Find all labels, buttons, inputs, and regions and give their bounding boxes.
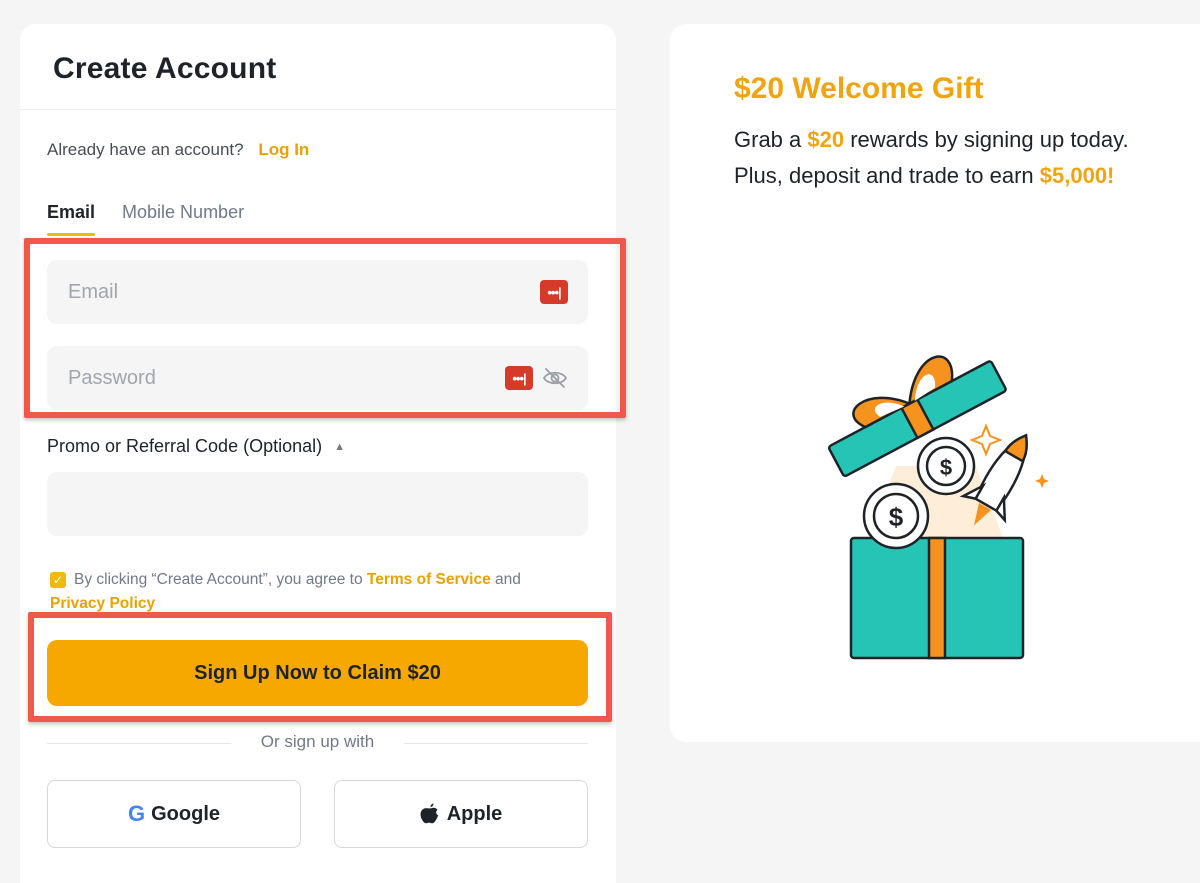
tab-email[interactable]: Email xyxy=(47,202,96,236)
welcome-gift-panel: $20 Welcome Gift Grab a $20 rewards by s… xyxy=(670,24,1200,742)
password-manager-icon[interactable]: •••| xyxy=(540,280,568,304)
card-header: Create Account xyxy=(20,24,616,110)
google-icon: G xyxy=(127,801,146,826)
privacy-policy-link[interactable]: Privacy Policy xyxy=(50,595,155,612)
email-input[interactable] xyxy=(68,280,540,304)
signup-button[interactable]: Sign Up Now to Claim $20 xyxy=(47,640,588,706)
welcome-gift-title: $20 Welcome Gift xyxy=(734,72,984,105)
google-signup-button[interactable]: G Google xyxy=(47,780,301,848)
promo-code-input[interactable] xyxy=(68,492,568,516)
svg-text:$: $ xyxy=(889,502,904,532)
password-input[interactable] xyxy=(68,366,505,390)
agreement-checkbox[interactable]: ✓ xyxy=(50,572,66,588)
apple-signup-button[interactable]: Apple xyxy=(334,780,588,848)
login-link[interactable]: Log In xyxy=(258,140,309,159)
or-sign-up-with-text: Or sign up with xyxy=(260,732,375,751)
password-manager-icon[interactable]: •••| xyxy=(505,366,533,390)
tab-mobile-number[interactable]: Mobile Number xyxy=(122,202,244,236)
eye-slash-icon[interactable] xyxy=(542,367,568,389)
email-field-container: •••| xyxy=(47,260,588,324)
gift-desc-part1: Grab a xyxy=(734,127,808,152)
signup-method-tabs: Email Mobile Number xyxy=(47,202,271,236)
checkmark-icon: ✓ xyxy=(52,573,64,587)
google-label: Google xyxy=(151,802,220,825)
login-row: Already have an account? Log In xyxy=(47,140,309,160)
gift-desc-amount: $20 xyxy=(807,127,845,152)
divider-line-right xyxy=(404,743,588,744)
terms-of-service-link[interactable]: Terms of Service xyxy=(367,571,491,588)
agreement-text-and: and xyxy=(490,571,521,588)
password-field-container: •••| xyxy=(47,346,588,410)
apple-icon xyxy=(420,803,438,824)
agreement-text: By clicking “Create Account”, you agree … xyxy=(50,568,570,616)
promo-code-label: Promo or Referral Code (Optional) xyxy=(47,436,323,456)
welcome-gift-description: Grab a $20 rewards by signing up today. … xyxy=(734,122,1164,194)
promo-field-container xyxy=(47,472,588,536)
caret-up-icon: ▲ xyxy=(334,440,345,453)
svg-text:$: $ xyxy=(940,455,952,480)
signup-card: Create Account Already have an account? … xyxy=(20,24,616,883)
page-title: Create Account xyxy=(53,52,277,85)
gift-desc-bonus: $5,000! xyxy=(1039,163,1115,188)
social-divider: Or sign up with xyxy=(47,732,588,756)
agreement-text-before: By clicking “Create Account”, you agree … xyxy=(74,571,367,588)
login-prompt: Already have an account? xyxy=(47,140,244,159)
gift-box-illustration: $ $ xyxy=(828,355,1049,660)
apple-label: Apple xyxy=(446,802,503,825)
agreement-row: ✓ By clicking “Create Account”, you agre… xyxy=(50,568,570,616)
promo-code-toggle[interactable]: Promo or Referral Code (Optional) ▲ xyxy=(47,436,345,457)
